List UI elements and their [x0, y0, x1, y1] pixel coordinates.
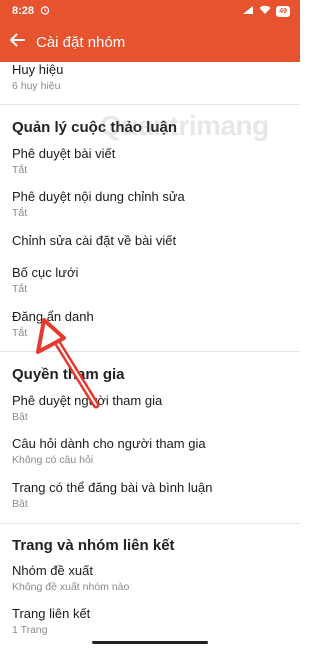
page-title: Cài đặt nhóm: [36, 33, 126, 51]
setting-value: Tắt: [12, 164, 28, 176]
setting-badges[interactable]: Huy hiệu 6 huy hiệu: [12, 62, 288, 93]
setting-approve-edits[interactable]: Phê duyệt nội dung chỉnh sửa Tắt: [12, 189, 288, 220]
gesture-nav-handle[interactable]: [92, 641, 208, 644]
setting-value: Tắt: [12, 327, 28, 339]
section-header-participation: Quyền tham gia: [12, 366, 125, 383]
setting-title: Đăng ẩn danh: [12, 309, 94, 324]
setting-approve-posts[interactable]: Phê duyệt bài viết Tắt: [12, 146, 288, 177]
divider: [0, 351, 300, 352]
setting-value: 1 Trang: [12, 624, 48, 636]
setting-value: Bật: [12, 411, 28, 423]
setting-value: 6 huy hiệu: [12, 80, 61, 92]
setting-title: Câu hỏi dành cho người tham gia: [12, 436, 206, 451]
setting-title: Bố cục lưới: [12, 265, 79, 280]
setting-value: Không có câu hỏi: [12, 454, 94, 466]
setting-value: Tắt: [12, 283, 28, 295]
back-arrow-icon: [9, 32, 25, 53]
setting-value: Không đề xuất nhóm nào: [12, 581, 130, 593]
setting-member-questions[interactable]: Câu hỏi dành cho người tham gia Không có…: [12, 436, 288, 467]
setting-value: Tắt: [12, 207, 28, 219]
setting-edit-post-settings[interactable]: Chỉnh sửa cài đặt về bài viết: [12, 233, 288, 249]
section-header-linked: Trang và nhóm liên kết: [12, 537, 175, 554]
signal-icon: [242, 5, 254, 18]
setting-title: Phê duyệt người tham gia: [12, 393, 163, 408]
section-header-discussion: Quản lý cuộc thảo luận: [12, 119, 178, 136]
status-time: 8:28: [12, 5, 35, 17]
app-bar: Cài đặt nhóm: [0, 22, 300, 62]
setting-value: Bật: [12, 498, 28, 510]
battery-icon: 49: [276, 5, 290, 17]
alarm-icon: [40, 5, 50, 18]
setting-grid-layout[interactable]: Bố cục lưới Tắt: [12, 265, 288, 296]
setting-linked-pages[interactable]: Trang liên kết 1 Trang: [12, 606, 288, 637]
setting-title: Phê duyệt nội dung chỉnh sửa: [12, 189, 185, 204]
setting-title: Nhóm đề xuất: [12, 563, 93, 578]
back-button[interactable]: [0, 22, 34, 62]
divider: [0, 523, 300, 524]
setting-title: Trang có thể đăng bài và bình luận: [12, 480, 213, 495]
wifi-icon: [259, 5, 271, 18]
divider: [0, 104, 300, 105]
setting-suggested-groups[interactable]: Nhóm đề xuất Không đề xuất nhóm nào: [12, 563, 288, 594]
setting-title: Chỉnh sửa cài đặt về bài viết: [12, 233, 177, 248]
setting-page-can-post[interactable]: Trang có thể đăng bài và bình luận Bật: [12, 480, 288, 511]
setting-title: Phê duyệt bài viết: [12, 146, 116, 161]
setting-title: Trang liên kết: [12, 606, 91, 621]
setting-title: Huy hiệu: [12, 62, 64, 77]
setting-approve-members[interactable]: Phê duyệt người tham gia Bật: [12, 393, 288, 424]
setting-anonymous-posting[interactable]: Đăng ẩn danh Tắt: [12, 309, 288, 340]
status-bar: 8:28 49: [0, 0, 300, 22]
